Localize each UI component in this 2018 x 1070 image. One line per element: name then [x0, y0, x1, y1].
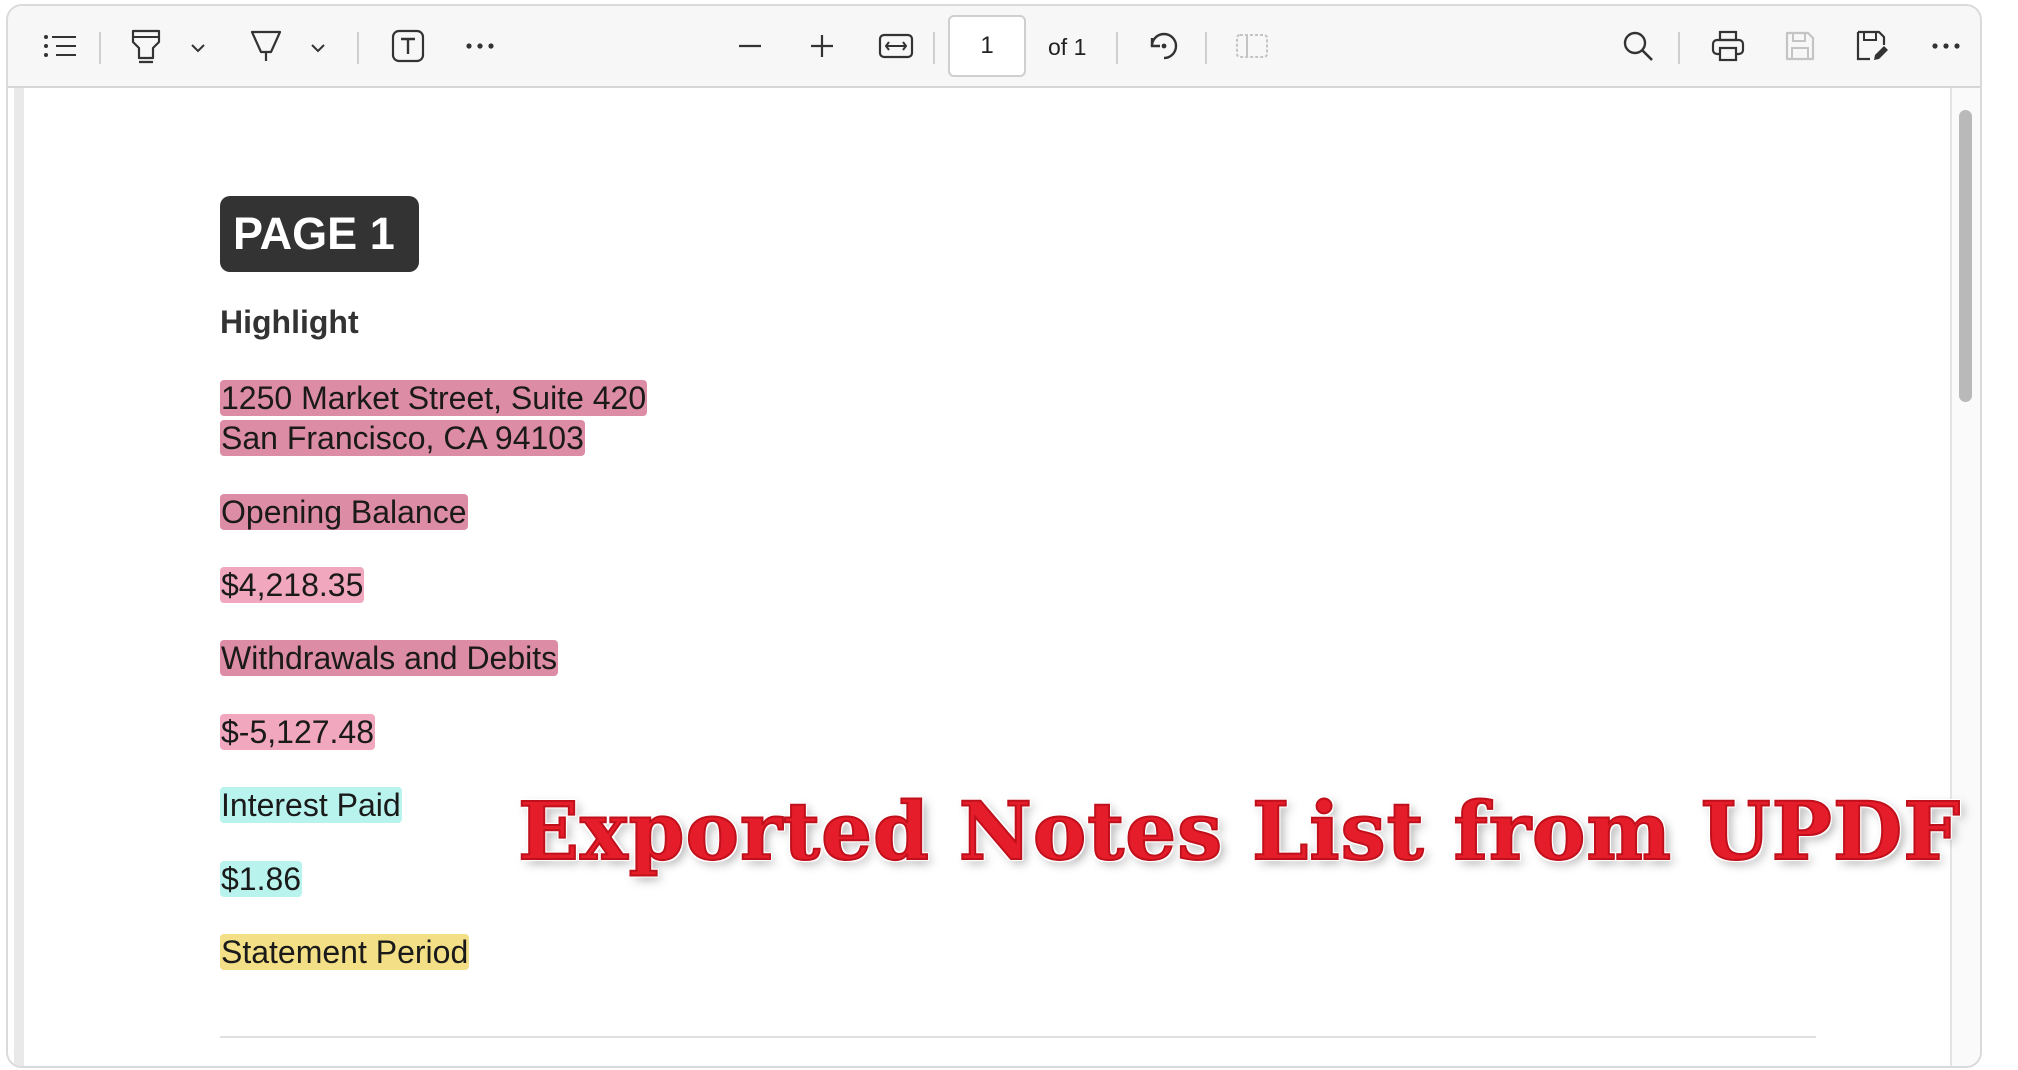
search-icon[interactable] — [1616, 24, 1660, 68]
page-badge: PAGE 1 — [220, 196, 419, 272]
more-icon[interactable] — [458, 24, 502, 68]
highlight-text: Withdrawals and Debits — [220, 640, 559, 676]
chevron-down-icon[interactable] — [186, 36, 210, 60]
pen-icon[interactable] — [244, 24, 288, 68]
section-title: Highlight — [220, 304, 359, 340]
text-box-icon[interactable] — [386, 24, 430, 68]
highlight-interest-paid[interactable]: Interest Paid — [220, 785, 402, 825]
toolbar-separator — [1205, 32, 1207, 64]
print-icon[interactable] — [1706, 24, 1750, 68]
zoom-out-icon[interactable] — [728, 24, 772, 68]
save-as-icon[interactable] — [1850, 24, 1894, 68]
document-view[interactable]: PAGE 1 Highlight 1250 Market Street, Sui… — [8, 88, 1980, 1066]
save-icon[interactable] — [1778, 24, 1822, 68]
highlight-interest-amount[interactable]: $1.86 — [220, 859, 303, 899]
highlight-text: San Francisco, CA 94103 — [220, 420, 585, 456]
highlight-text: $4,218.35 — [220, 567, 365, 603]
zoom-in-icon[interactable] — [800, 24, 844, 68]
toolbar: of 1 — [8, 6, 1980, 88]
rotate-icon[interactable] — [1142, 24, 1186, 68]
highlight-text: $-5,127.48 — [220, 714, 376, 750]
highlight-statement-period[interactable]: Statement Period — [220, 932, 470, 972]
highlight-opening-balance[interactable]: Opening Balance — [220, 492, 468, 532]
toolbar-separator — [357, 32, 359, 64]
page-edge — [14, 88, 24, 1066]
page-divider — [220, 1036, 1816, 1038]
toolbar-separator — [1116, 32, 1118, 64]
more-icon[interactable] — [1924, 24, 1968, 68]
highlight-opening-amount[interactable]: $4,218.35 — [220, 565, 365, 605]
toolbar-separator — [1678, 32, 1680, 64]
chevron-down-icon[interactable] — [306, 36, 330, 60]
highlight-text: Interest Paid — [220, 787, 402, 823]
pdf-viewer-window: of 1 — [6, 4, 1982, 1068]
toolbar-separator — [99, 32, 101, 64]
highlight-text: Opening Balance — [220, 494, 468, 530]
toolbar-separator — [933, 32, 935, 64]
page-view-icon[interactable] — [1230, 24, 1274, 68]
vertical-scrollbar[interactable] — [1950, 88, 1980, 1066]
highlight-text: $1.86 — [220, 861, 303, 897]
overlay-title: Exported Notes List from UPDF — [517, 783, 1961, 879]
highlight-text: Statement Period — [220, 934, 470, 970]
highlight-text: 1250 Market Street, Suite 420 — [220, 380, 648, 416]
page-number-input[interactable] — [948, 15, 1026, 77]
outline-icon[interactable] — [38, 24, 82, 68]
highlight-withdrawals-amount[interactable]: $-5,127.48 — [220, 712, 376, 752]
highlight-withdrawals[interactable]: Withdrawals and Debits — [220, 638, 559, 678]
page-count-label: of 1 — [1048, 34, 1087, 60]
fit-width-icon[interactable] — [874, 24, 918, 68]
scrollbar-thumb[interactable] — [1959, 110, 1972, 402]
highlight-address[interactable]: 1250 Market Street, Suite 420 San Franci… — [220, 378, 648, 458]
highlighter-icon[interactable] — [124, 24, 168, 68]
